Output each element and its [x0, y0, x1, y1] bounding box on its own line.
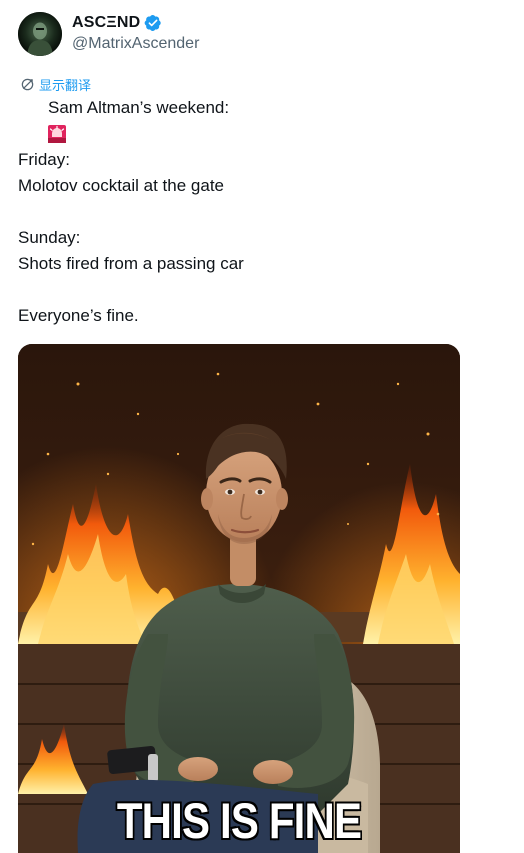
tweet-line-text: Sam Altman’s weekend:: [48, 98, 230, 117]
tweet-line: Molotov cocktail at the gate: [18, 176, 225, 195]
tweet-line: Shots fired from a passing car: [18, 254, 244, 273]
author-display-name[interactable]: ASCΞND: [72, 14, 140, 32]
translate-icon: [20, 77, 35, 92]
author-avatar[interactable]: [18, 12, 62, 56]
avatar-image: [18, 12, 62, 56]
author-handle[interactable]: @MatrixAscender: [72, 35, 199, 53]
meme-caption: THIS IS FINE: [116, 792, 363, 851]
translate-button[interactable]: 显示翻译: [20, 75, 91, 94]
tweet-text: Sam Altman’s weekend: Friday: Molotov co…: [18, 95, 498, 329]
author-name-row: ASCΞND: [72, 12, 162, 34]
rotating-light-icon: [18, 97, 67, 143]
tweet-line: Everyone’s fine.: [18, 306, 139, 325]
verified-badge-icon: [144, 14, 162, 32]
tweet-line: Sunday:: [18, 228, 81, 247]
tweet-line: Friday:: [18, 150, 70, 169]
tweet-line: Sam Altman’s weekend:: [18, 95, 498, 143]
meme-illustration: [18, 344, 460, 853]
tweet-line: [18, 277, 498, 303]
translate-label: 显示翻译: [39, 78, 92, 93]
tweet-media-image[interactable]: THIS IS FINE: [18, 344, 460, 853]
tweet-line: [18, 199, 498, 225]
tweet-line: [18, 121, 498, 147]
